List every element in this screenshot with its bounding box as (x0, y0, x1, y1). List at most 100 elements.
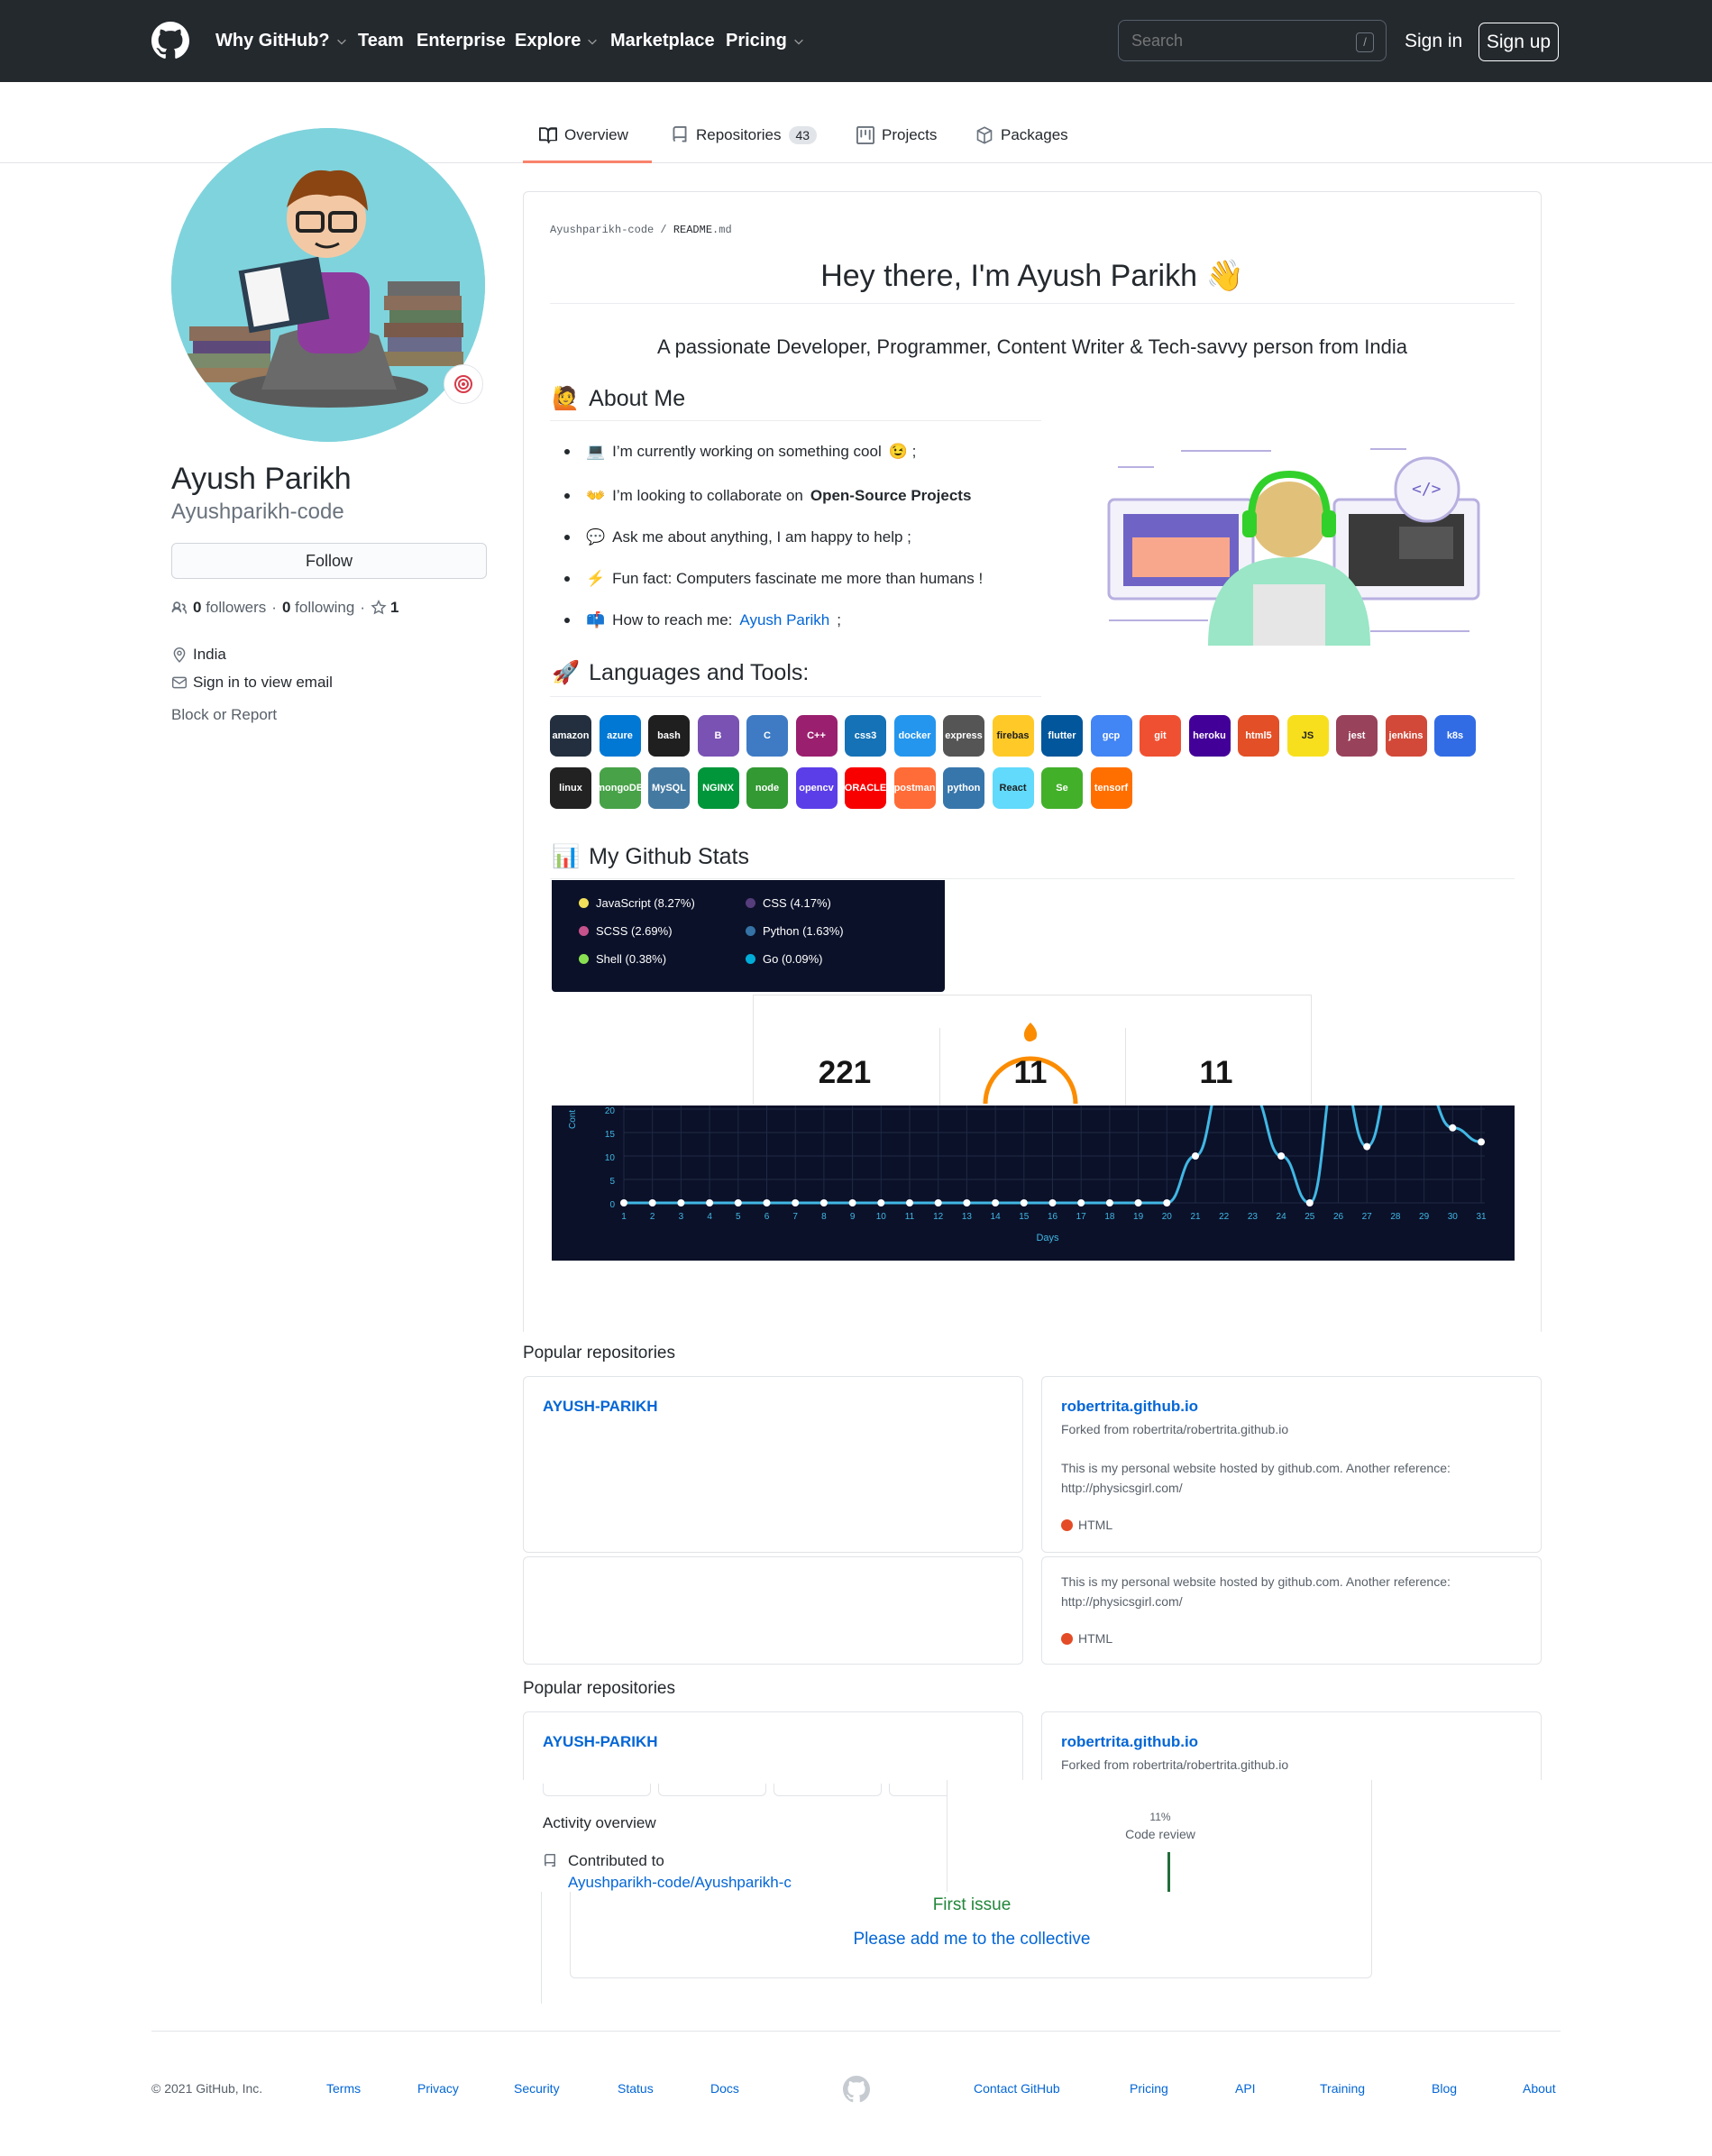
tech-logo-amazon-icon[interactable]: amazon (550, 715, 591, 757)
breadcrumb-user-link[interactable]: Ayushparikh-code (550, 224, 654, 236)
sign-in-link[interactable]: Sign in (1405, 31, 1462, 52)
tab-repositories[interactable]: Repositories 43 (671, 126, 818, 144)
x-tick-label: 13 (962, 1212, 973, 1222)
data-point (1077, 1199, 1085, 1206)
repo-link[interactable]: robertrita.github.io (1061, 1398, 1198, 1416)
tech-logo-linux-icon[interactable]: linux (550, 767, 591, 809)
footer-link-about[interactable]: About (1523, 2081, 1556, 2096)
nav-enterprise[interactable]: Enterprise (417, 31, 506, 51)
tech-logo-oracle-icon[interactable]: ORACLE (845, 767, 886, 809)
x-tick-label: 12 (933, 1212, 944, 1222)
followers-link[interactable]: 0 followers (193, 599, 266, 617)
following-link[interactable]: 0 following (282, 599, 354, 617)
tech-logo-tensorflow-icon[interactable]: tensorf (1090, 767, 1132, 809)
tab-packages[interactable]: Packages (975, 126, 1068, 144)
first-issue-label: First issue (932, 1895, 1012, 1914)
footer-link-security[interactable]: Security (514, 2081, 560, 2096)
stars-link[interactable]: 1 (371, 599, 398, 617)
tech-logo-azure-icon[interactable]: azure (599, 715, 641, 757)
tech-logo-html5-icon[interactable]: html5 (1238, 715, 1279, 757)
tech-logo-express-icon[interactable]: express (943, 715, 984, 757)
x-tick-label: 9 (850, 1212, 856, 1222)
activity-overview-title: Activity overview (543, 1814, 656, 1831)
tech-logo-mongodb-icon[interactable]: mongoDB (596, 767, 644, 809)
footer-link-terms[interactable]: Terms (326, 2081, 361, 2096)
repo-link[interactable]: AYUSH-PARIKH (543, 1733, 658, 1751)
tech-logo-c-icon[interactable]: C++ (795, 715, 838, 757)
org-chip[interactable] (658, 1784, 766, 1796)
nav-marketplace[interactable]: Marketplace (610, 31, 715, 51)
footer-link-privacy[interactable]: Privacy (417, 2081, 459, 2096)
nav-explore[interactable]: Explore (515, 31, 599, 51)
search-input[interactable] (1118, 20, 1387, 61)
repo-card: robertrita.github.io Forked from robertr… (1041, 1711, 1542, 1780)
github-mark-icon[interactable] (843, 2076, 870, 2103)
contributed-repo-link[interactable]: Ayushparikh-code/Ayushparikh-c (568, 1874, 792, 1892)
tech-logo-opencv-icon[interactable]: opencv (795, 767, 838, 809)
about-text: I’m currently working on something cool (612, 443, 882, 460)
repo-link[interactable]: AYUSH-PARIKH (543, 1398, 658, 1416)
footer-link-docs[interactable]: Docs (710, 2081, 739, 2096)
tech-logo-mysql-icon[interactable]: MySQL (648, 767, 690, 809)
data-point (819, 1199, 828, 1206)
tech-logo-c-icon[interactable]: C (746, 715, 788, 757)
footer-link-blog[interactable]: Blog (1432, 2081, 1457, 2096)
nav-label: Enterprise (417, 31, 506, 50)
nav-team[interactable]: Team (358, 31, 404, 51)
tech-logo-git-icon[interactable]: git (1140, 715, 1181, 757)
status-emoji-button[interactable] (444, 364, 483, 404)
org-chip[interactable] (543, 1784, 651, 1796)
tech-logo-postman-icon[interactable]: postman (893, 767, 936, 809)
nav-pricing[interactable]: Pricing (726, 31, 805, 51)
tech-logo-js-icon[interactable]: JS (1286, 715, 1329, 757)
follow-stats: 0 followers · 0 following · 1 (171, 599, 398, 617)
footer-link-training[interactable]: Training (1320, 2081, 1365, 2096)
block-report-link[interactable]: Block or Report (171, 706, 277, 724)
tech-logo-flutter-icon[interactable]: flutter (1041, 715, 1083, 757)
tech-logo-se-icon[interactable]: Se (1041, 767, 1083, 809)
github-logo-icon[interactable] (151, 22, 189, 60)
tech-logo-b-icon[interactable]: B (697, 715, 739, 757)
popular-repos-title: Popular repositories (523, 1679, 675, 1698)
x-tick-label: 8 (821, 1212, 827, 1222)
tech-logo-heroku-icon[interactable]: heroku (1188, 715, 1231, 757)
tech-logo-firebase-icon[interactable]: firebas (992, 715, 1034, 757)
profile-email[interactable]: Sign in to view email (171, 674, 333, 692)
x-tick-label: 26 (1333, 1212, 1344, 1222)
footer-link-api[interactable]: API (1235, 2081, 1256, 2096)
nav-why-github[interactable]: Why GitHub? (215, 31, 348, 51)
x-tick-label: 25 (1305, 1212, 1315, 1222)
x-tick-label: 30 (1448, 1212, 1459, 1222)
language-color-dot (579, 926, 589, 936)
tech-logo-node-icon[interactable]: node (746, 767, 788, 809)
bullet-dot (564, 576, 570, 582)
divider (550, 696, 1041, 697)
tech-logo-gcp-icon[interactable]: gcp (1090, 715, 1132, 757)
sign-up-button[interactable]: Sign up (1479, 23, 1559, 61)
tech-logo-bash-icon[interactable]: bash (648, 715, 690, 757)
footer-link-pricing[interactable]: Pricing (1130, 2081, 1168, 2096)
nav-label: Team (358, 31, 404, 50)
contact-link[interactable]: Ayush Parikh (739, 611, 829, 629)
tech-logo-react-icon[interactable]: React (992, 767, 1034, 809)
tech-logo-css3-icon[interactable]: css3 (845, 715, 886, 757)
footer-link-status[interactable]: Status (618, 2081, 654, 2096)
tech-logo-nginx-icon[interactable]: NGINX (697, 767, 739, 809)
breadcrumb-file-link[interactable]: README (673, 224, 712, 236)
tech-logo-jenkins-icon[interactable]: jenkins (1385, 715, 1427, 757)
tech-logo-jest-icon[interactable]: jest (1336, 715, 1378, 757)
footer-link-contact[interactable]: Contact GitHub (974, 2081, 1060, 2096)
repo-link[interactable]: robertrita.github.io (1061, 1733, 1198, 1751)
issue-link[interactable]: Please add me to the collective (571, 1930, 1373, 1950)
tech-logo-docker-icon[interactable]: docker (893, 715, 936, 757)
follow-button[interactable]: Follow (171, 543, 487, 579)
current-streak: 11 (1013, 1055, 1048, 1090)
tab-projects[interactable]: Projects (856, 126, 937, 144)
tab-overview[interactable]: Overview (539, 126, 628, 144)
nav-label: Pricing (726, 31, 787, 50)
tech-logo-python-icon[interactable]: python (943, 767, 984, 809)
x-tick-label: 17 (1076, 1212, 1087, 1222)
org-chip[interactable] (774, 1784, 882, 1796)
bullet-dot (564, 449, 570, 454)
tech-logo-k8s-icon[interactable]: k8s (1434, 715, 1476, 757)
